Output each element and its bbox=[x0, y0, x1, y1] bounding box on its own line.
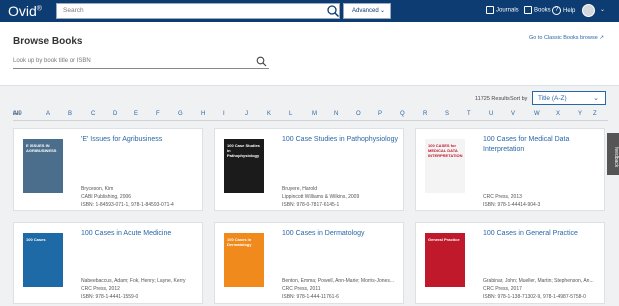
browse-header-panel: Browse Books Go to Classic Books browse … bbox=[0, 22, 619, 86]
alpha-filter-v[interactable]: V bbox=[511, 111, 515, 117]
book-publisher: CRC Press, 2011 bbox=[282, 286, 321, 292]
page-title: Browse Books bbox=[13, 36, 83, 47]
book-title-link[interactable]: 100 Cases for Medical Data Interpretatio… bbox=[483, 135, 601, 155]
books-icon bbox=[524, 6, 532, 14]
alpha-filter-k[interactable]: K bbox=[267, 111, 271, 117]
book-cover-image[interactable]: 100 Cases bbox=[23, 233, 63, 287]
book-cover-image[interactable]: E ISSUES IN AGRIBUSINESS bbox=[23, 139, 63, 193]
book-title-link[interactable]: 'E' Issues for Agribusiness bbox=[81, 135, 199, 145]
alpha-filter-b[interactable]: B bbox=[68, 111, 72, 117]
sort-select[interactable]: Title (A-Z) ⌄ bbox=[532, 91, 606, 105]
search-input[interactable]: Search bbox=[56, 3, 340, 19]
book-card[interactable]: 100 Cases 100 Cases in Acute Medicine Nabe… bbox=[13, 222, 203, 304]
alpha-filter-y[interactable]: Y bbox=[578, 111, 582, 117]
chevron-down-icon[interactable]: ⌄ bbox=[600, 6, 605, 13]
nav-journals[interactable]: Journals bbox=[486, 6, 519, 14]
book-card[interactable]: 100 Case Studies in Pathophysiology 100 C… bbox=[214, 128, 404, 211]
book-authors: Bruyere, Harold bbox=[282, 186, 318, 192]
chevron-down-icon: ⌄ bbox=[593, 95, 599, 102]
book-title-link[interactable]: 100 Case Studies in Pathophysiology bbox=[282, 135, 400, 145]
book-title-link[interactable]: 100 Cases in General Practice bbox=[483, 229, 601, 239]
book-title-link[interactable]: 100 Cases in Dermatology bbox=[282, 229, 400, 239]
book-publisher: CRC Press, 2017 bbox=[483, 286, 522, 292]
alpha-filter-l[interactable]: L bbox=[289, 111, 292, 117]
alpha-filter-u[interactable]: U bbox=[489, 111, 493, 117]
alpha-filter-a[interactable]: A bbox=[46, 111, 50, 117]
book-publisher: CRC Press, 2013 bbox=[483, 194, 522, 200]
alpha-filter-t[interactable]: T bbox=[467, 111, 471, 117]
top-navigation-bar: Ovid® Search Advanced ⌄ Journals Books ? H… bbox=[0, 0, 619, 22]
alpha-filter-f[interactable]: F bbox=[156, 111, 160, 117]
book-isbn: ISBN: 978-1-4441-1559-0 bbox=[81, 294, 139, 300]
book-card[interactable]: 100 CASES for MEDICAL DATA INTERPRETATIO… bbox=[415, 128, 605, 211]
nav-help[interactable]: ? Help bbox=[552, 6, 575, 15]
search-icon[interactable] bbox=[256, 56, 267, 67]
alpha-filter-x[interactable]: X bbox=[556, 111, 560, 117]
book-card[interactable]: General Practice 100 Cases in General Pra… bbox=[415, 222, 605, 304]
search-icon[interactable] bbox=[326, 4, 340, 18]
book-cover-image[interactable]: 100 CASES for MEDICAL DATA INTERPRETATIO… bbox=[425, 139, 465, 193]
help-icon: ? bbox=[552, 6, 561, 15]
book-isbn: ISBN: 978-1-138-71302-9, 978-1-4987-5758… bbox=[483, 294, 586, 300]
book-isbn: ISBN: 1-84593-071-1, 978-1-84593-071-4 bbox=[81, 202, 174, 208]
user-avatar[interactable] bbox=[582, 4, 595, 17]
alpha-filter-w[interactable]: W bbox=[534, 111, 540, 117]
book-publisher: CRC Press, 2012 bbox=[81, 286, 120, 292]
alpha-filter-i[interactable]: I bbox=[223, 111, 225, 117]
alpha-filter-h[interactable]: H bbox=[201, 111, 205, 117]
alpha-filter-d[interactable]: D bbox=[113, 111, 117, 117]
alpha-filter-q[interactable]: Q bbox=[400, 111, 405, 117]
alpha-filter-s[interactable]: S bbox=[445, 111, 449, 117]
book-authors: Nabeebaccus, Adam; Fok, Henry; Layne, Ke… bbox=[81, 278, 186, 284]
alpha-filter-o[interactable]: O bbox=[356, 111, 361, 117]
sort-by-label: Sort by bbox=[510, 96, 528, 102]
alpha-filter-c[interactable]: C bbox=[91, 111, 95, 117]
ovid-logo[interactable]: Ovid® bbox=[8, 3, 42, 19]
alpha-filter-z[interactable]: Z bbox=[593, 111, 597, 117]
alpha-filter-p[interactable]: P bbox=[378, 111, 382, 117]
alpha-filter-e[interactable]: E bbox=[134, 111, 138, 117]
book-lookup-input[interactable]: Look up by book title or ISBN bbox=[13, 55, 269, 69]
advanced-search-button[interactable]: Advanced ⌄ bbox=[343, 3, 391, 19]
book-isbn: ISBN: 978-1-44414-904-3 bbox=[483, 202, 541, 208]
book-authors: Bryceson, Kim bbox=[81, 186, 114, 192]
alpha-filter-0-9[interactable]: 0-9 bbox=[13, 111, 22, 117]
book-card[interactable]: E ISSUES IN AGRIBUSINESS 'E' Issues for A… bbox=[13, 128, 203, 211]
feedback-tab[interactable]: feedback bbox=[607, 133, 619, 175]
book-authors: Grabinar, John; Mueller, Martin; Stephen… bbox=[483, 278, 594, 284]
book-cover-image[interactable]: 100 Case Studies in Pathophysiology bbox=[224, 139, 264, 193]
book-authors: Benton, Emma; Powell, Ann-Marie; Morris-… bbox=[282, 278, 394, 284]
nav-books[interactable]: Books bbox=[524, 6, 551, 14]
journals-icon bbox=[486, 6, 494, 14]
external-link-icon: ↗ bbox=[599, 35, 604, 41]
classic-browse-link[interactable]: Go to Classic Books browse ↗ bbox=[529, 35, 604, 41]
book-isbn: ISBN: 978-1-444-11761-6 bbox=[282, 294, 339, 300]
book-publisher: CABI Publishing, 2006 bbox=[81, 194, 132, 200]
alpha-filter-m[interactable]: M bbox=[312, 111, 317, 117]
divider bbox=[13, 120, 608, 121]
alpha-filter-n[interactable]: N bbox=[334, 111, 338, 117]
book-cover-image[interactable]: General Practice bbox=[425, 233, 465, 287]
alpha-filter-g[interactable]: G bbox=[178, 111, 183, 117]
chevron-down-icon: ⌄ bbox=[379, 8, 385, 14]
book-card[interactable]: 100 Cases in Dermatology 100 Cases in Der… bbox=[214, 222, 404, 304]
results-count: 11725 Results bbox=[475, 96, 510, 102]
book-isbn: ISBN: 978-0-7817-6145-1 bbox=[282, 202, 340, 208]
book-title-link[interactable]: 100 Cases in Acute Medicine bbox=[81, 229, 199, 239]
alpha-filter-r[interactable]: R bbox=[423, 111, 427, 117]
book-cover-image[interactable]: 100 Cases in Dermatology bbox=[224, 233, 264, 287]
book-publisher: Lippincott Williams & Wilkins, 2009 bbox=[282, 194, 360, 200]
alpha-filter-j[interactable]: J bbox=[245, 111, 248, 117]
